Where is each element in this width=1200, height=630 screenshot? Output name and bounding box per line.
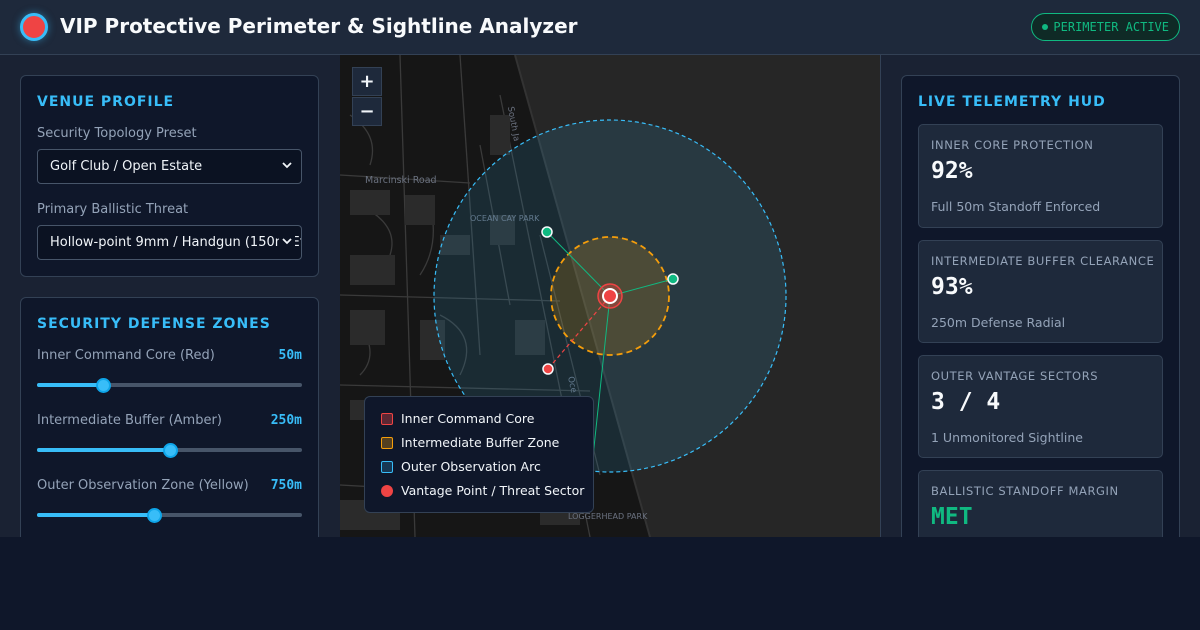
inner-core-slider-label: Inner Command Core (Red) (37, 348, 215, 363)
hud-card-inner-core: INNER CORE PROTECTION 92% Full 50m Stand… (918, 124, 1163, 228)
legend-item-buffer: Intermediate Buffer Zone (381, 435, 559, 453)
app-logo-icon (20, 13, 48, 41)
map-label-road: Marcinski Road (365, 175, 437, 186)
hud-card-label: INNER CORE PROTECTION (931, 138, 1094, 152)
inner-core-slider[interactable] (37, 378, 302, 393)
app-title: VIP Protective Perimeter & Sightline Ana… (60, 14, 578, 38)
venue-profile-card: VENUE PROFILE Security Topology Preset G… (20, 75, 319, 277)
vantage-point-threat[interactable] (542, 363, 554, 375)
legend-item-vantage: Vantage Point / Threat Sector (381, 483, 584, 501)
buffer-slider[interactable] (37, 443, 302, 458)
zoom-out-button[interactable]: − (352, 97, 382, 126)
hud-card-value: 92% (931, 158, 973, 184)
hud-card-subtext: 1 Unmonitored Sightline (931, 430, 1083, 445)
telemetry-hud-title: LIVE TELEMETRY HUD (918, 94, 1106, 110)
map-label-loggerhead: LOGGERHEAD PARK (568, 512, 648, 521)
topology-preset-value: Golf Club / Open Estate (50, 159, 203, 174)
hud-card-label: INTERMEDIATE BUFFER CLEARANCE (931, 254, 1155, 268)
slider-thumb[interactable] (146, 508, 162, 523)
inner-core-swatch-icon (381, 412, 393, 425)
hud-card-subtext: 250m Defense Radial (931, 315, 1066, 330)
vantage-point-monitored[interactable] (541, 226, 553, 238)
topology-preset-select[interactable]: Golf Club / Open Estate (37, 149, 302, 184)
buffer-slider-label: Intermediate Buffer (Amber) (37, 413, 222, 428)
hud-card-value: 93% (931, 274, 973, 300)
slider-thumb[interactable] (96, 378, 112, 393)
legend-label: Inner Command Core (401, 411, 535, 426)
chevron-down-icon (279, 150, 295, 183)
inner-core-slider-value: 50m (278, 348, 302, 363)
legend-item-outer-arc: Outer Observation Arc (381, 459, 541, 477)
slider-fill (37, 448, 170, 452)
perimeter-map[interactable]: Marcinski Road OCEAN CAY PARK South Ja O… (340, 55, 880, 537)
hud-card-value: MET (931, 504, 973, 530)
outer-zone-slider[interactable] (37, 508, 302, 523)
hud-card-label: BALLISTIC STANDOFF MARGIN (931, 484, 1119, 498)
vip-location-marker[interactable] (602, 288, 618, 304)
legend-label: Vantage Point / Threat Sector (401, 483, 585, 498)
defense-zones-title: SECURITY DEFENSE ZONES (37, 316, 271, 332)
ballistic-threat-label: Primary Ballistic Threat (37, 202, 189, 217)
telemetry-sidebar: LIVE TELEMETRY HUD INNER CORE PROTECTION… (880, 55, 1200, 537)
hud-card-buffer: INTERMEDIATE BUFFER CLEARANCE 93% 250m D… (918, 240, 1163, 343)
perimeter-status-badge: PERIMETER ACTIVE (1031, 13, 1180, 41)
status-dot-icon (1042, 23, 1049, 30)
legend-label: Intermediate Buffer Zone (401, 435, 560, 450)
hud-card-label: OUTER VANTAGE SECTORS (931, 369, 1099, 383)
ballistic-threat-value: Hollow-point 9mm / Handgun (150m Effecti… (50, 235, 301, 250)
ballistic-threat-select[interactable]: Hollow-point 9mm / Handgun (150m Effecti… (37, 225, 302, 260)
zoom-in-button[interactable]: + (352, 67, 382, 96)
defense-zones-card: SECURITY DEFENSE ZONES Inner Command Cor… (20, 297, 319, 537)
status-badge-label: PERIMETER ACTIVE (1053, 20, 1169, 34)
legend-item-inner-core: Inner Command Core (381, 411, 534, 429)
vantage-point-icon (381, 484, 393, 497)
venue-profile-title: VENUE PROFILE (37, 94, 175, 110)
topology-preset-label: Security Topology Preset (37, 126, 197, 141)
outer-arc-swatch-icon (381, 460, 393, 473)
hud-card-ballistic: BALLISTIC STANDOFF MARGIN MET (918, 470, 1163, 537)
hud-card-subtext: Full 50m Standoff Enforced (931, 199, 1101, 214)
buffer-slider-value: 250m (270, 413, 302, 428)
app-header: VIP Protective Perimeter & Sightline Ana… (0, 0, 1200, 55)
buffer-swatch-icon (381, 436, 393, 449)
left-sidebar: VENUE PROFILE Security Topology Preset G… (0, 55, 340, 537)
slider-thumb[interactable] (162, 443, 178, 458)
hud-card-vantage: OUTER VANTAGE SECTORS 3 / 4 1 Unmonitore… (918, 355, 1163, 458)
slider-fill (37, 513, 154, 517)
map-legend: Inner Command Core Intermediate Buffer Z… (364, 396, 594, 513)
legend-label: Outer Observation Arc (401, 459, 541, 474)
vantage-point-monitored[interactable] (667, 273, 679, 285)
chevron-down-icon (279, 226, 295, 259)
outer-zone-slider-value: 750m (270, 478, 302, 493)
slider-fill (37, 383, 104, 387)
app-window: VIP Protective Perimeter & Sightline Ana… (0, 0, 1200, 537)
hud-card-value: 3 / 4 (931, 389, 1001, 415)
outer-zone-slider-label: Outer Observation Zone (Yellow) (37, 478, 249, 493)
